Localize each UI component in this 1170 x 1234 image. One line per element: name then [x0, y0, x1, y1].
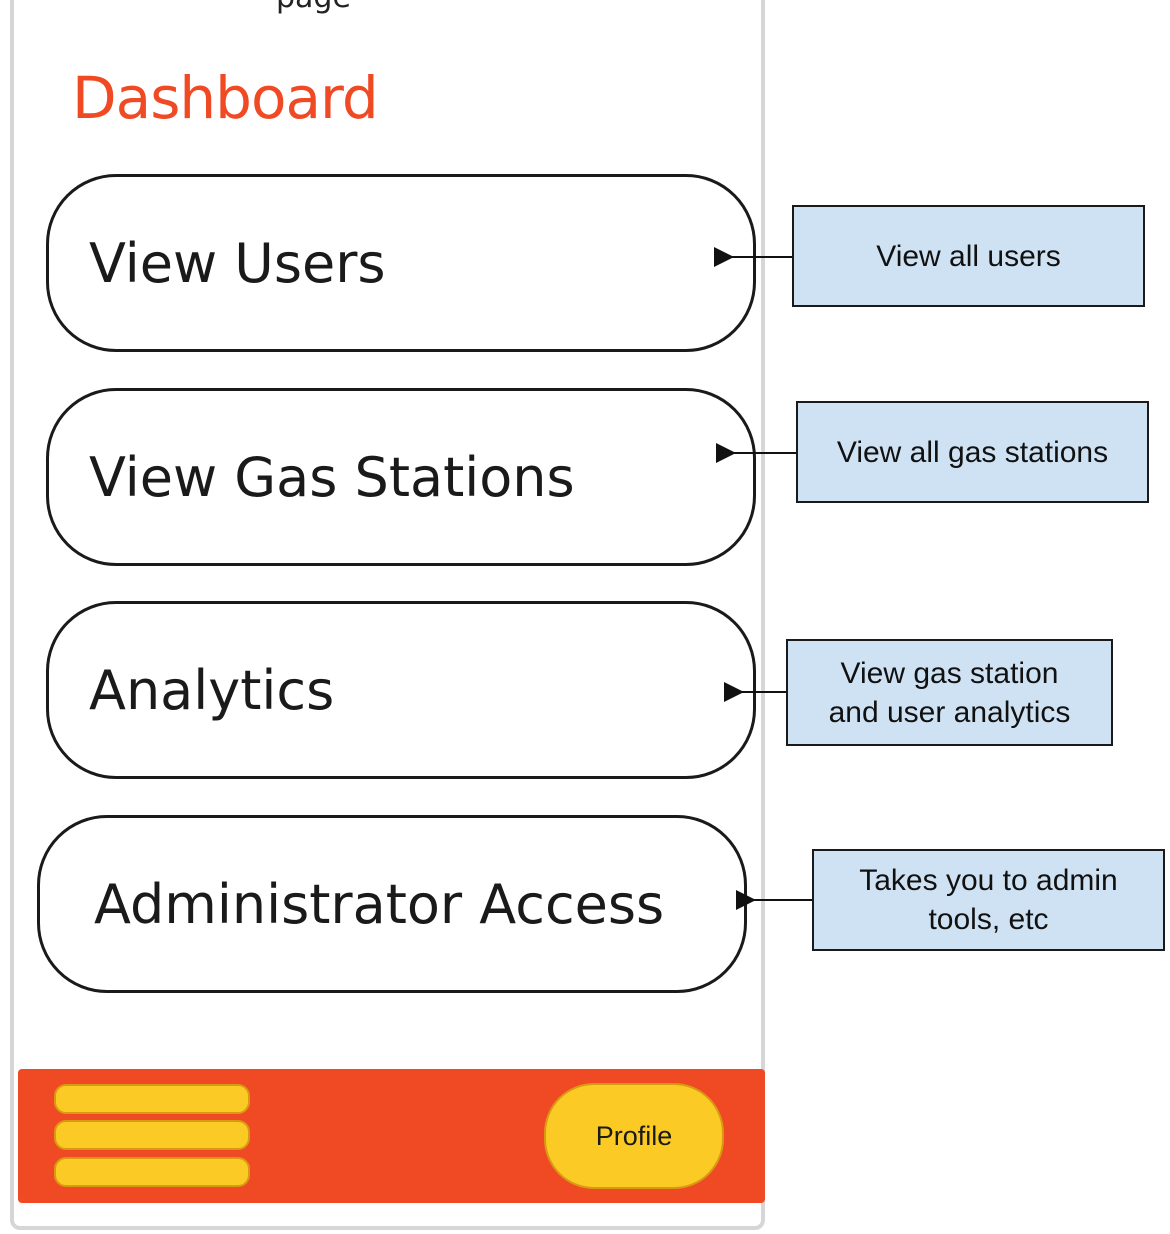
menu-line-middle: [54, 1120, 250, 1150]
menu-line-top: [54, 1084, 250, 1114]
profile-button[interactable]: Profile: [544, 1083, 724, 1189]
annotation-arrows: [714, 247, 812, 910]
menu-line-bottom: [54, 1157, 250, 1187]
bottom-nav-bar: Profile: [18, 1069, 765, 1203]
callout-view-all-users: View all users: [792, 205, 1145, 307]
callout-view-all-gas-stations: View all gas stations: [796, 401, 1149, 503]
callout-analytics: View gas station and user analytics: [786, 639, 1113, 746]
callout-admin-tools: Takes you to admin tools, etc: [812, 849, 1165, 951]
